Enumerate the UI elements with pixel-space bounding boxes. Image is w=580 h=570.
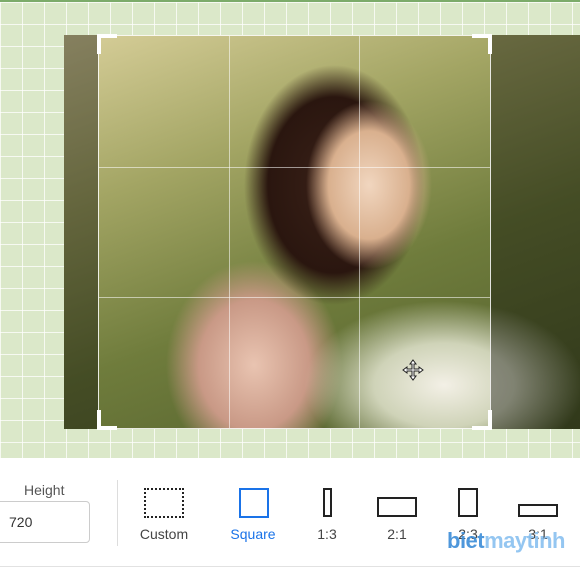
ratio-1-3-label: 1:3 — [317, 526, 337, 542]
crop-handle-top-left[interactable] — [97, 34, 117, 54]
square-icon — [239, 488, 269, 518]
crop-canvas — [0, 0, 580, 458]
crop-grid-line — [229, 36, 231, 428]
ratio-square-label: Square — [230, 526, 276, 542]
move-cursor-icon — [402, 359, 424, 381]
tall-rect-icon — [323, 488, 332, 517]
crop-grid-line — [99, 166, 490, 168]
crop-dim-left — [64, 35, 98, 429]
crop-grid-line — [99, 297, 490, 299]
toolbar-divider — [117, 480, 118, 546]
portrait-rect-icon — [458, 488, 478, 517]
ratio-square-button[interactable]: Square — [222, 484, 284, 554]
watermark-part1: biet — [447, 528, 485, 553]
extra-wide-rect-icon — [518, 504, 558, 517]
watermark-part2: maytinh — [484, 528, 565, 553]
ratio-2-1-button[interactable]: 2:1 — [372, 484, 422, 554]
ratio-custom-button[interactable]: Custom — [133, 484, 195, 554]
crop-handle-top-right[interactable] — [472, 34, 492, 54]
ratio-2-1-label: 2:1 — [387, 526, 407, 542]
ratio-custom-label: Custom — [139, 526, 189, 542]
ratio-1-3-button[interactable]: 1:3 — [307, 484, 347, 554]
dashed-square-icon — [144, 488, 184, 518]
crop-handle-bottom-right[interactable] — [472, 410, 492, 430]
height-input[interactable] — [0, 501, 90, 543]
crop-dim-right — [490, 35, 580, 429]
wide-rect-icon — [377, 497, 417, 517]
watermark-logo: bietmaytinh — [447, 528, 565, 554]
crop-selection-box[interactable] — [97, 34, 492, 430]
height-label: Height — [24, 482, 65, 498]
crop-grid-line — [359, 36, 361, 428]
crop-handle-bottom-left[interactable] — [97, 410, 117, 430]
